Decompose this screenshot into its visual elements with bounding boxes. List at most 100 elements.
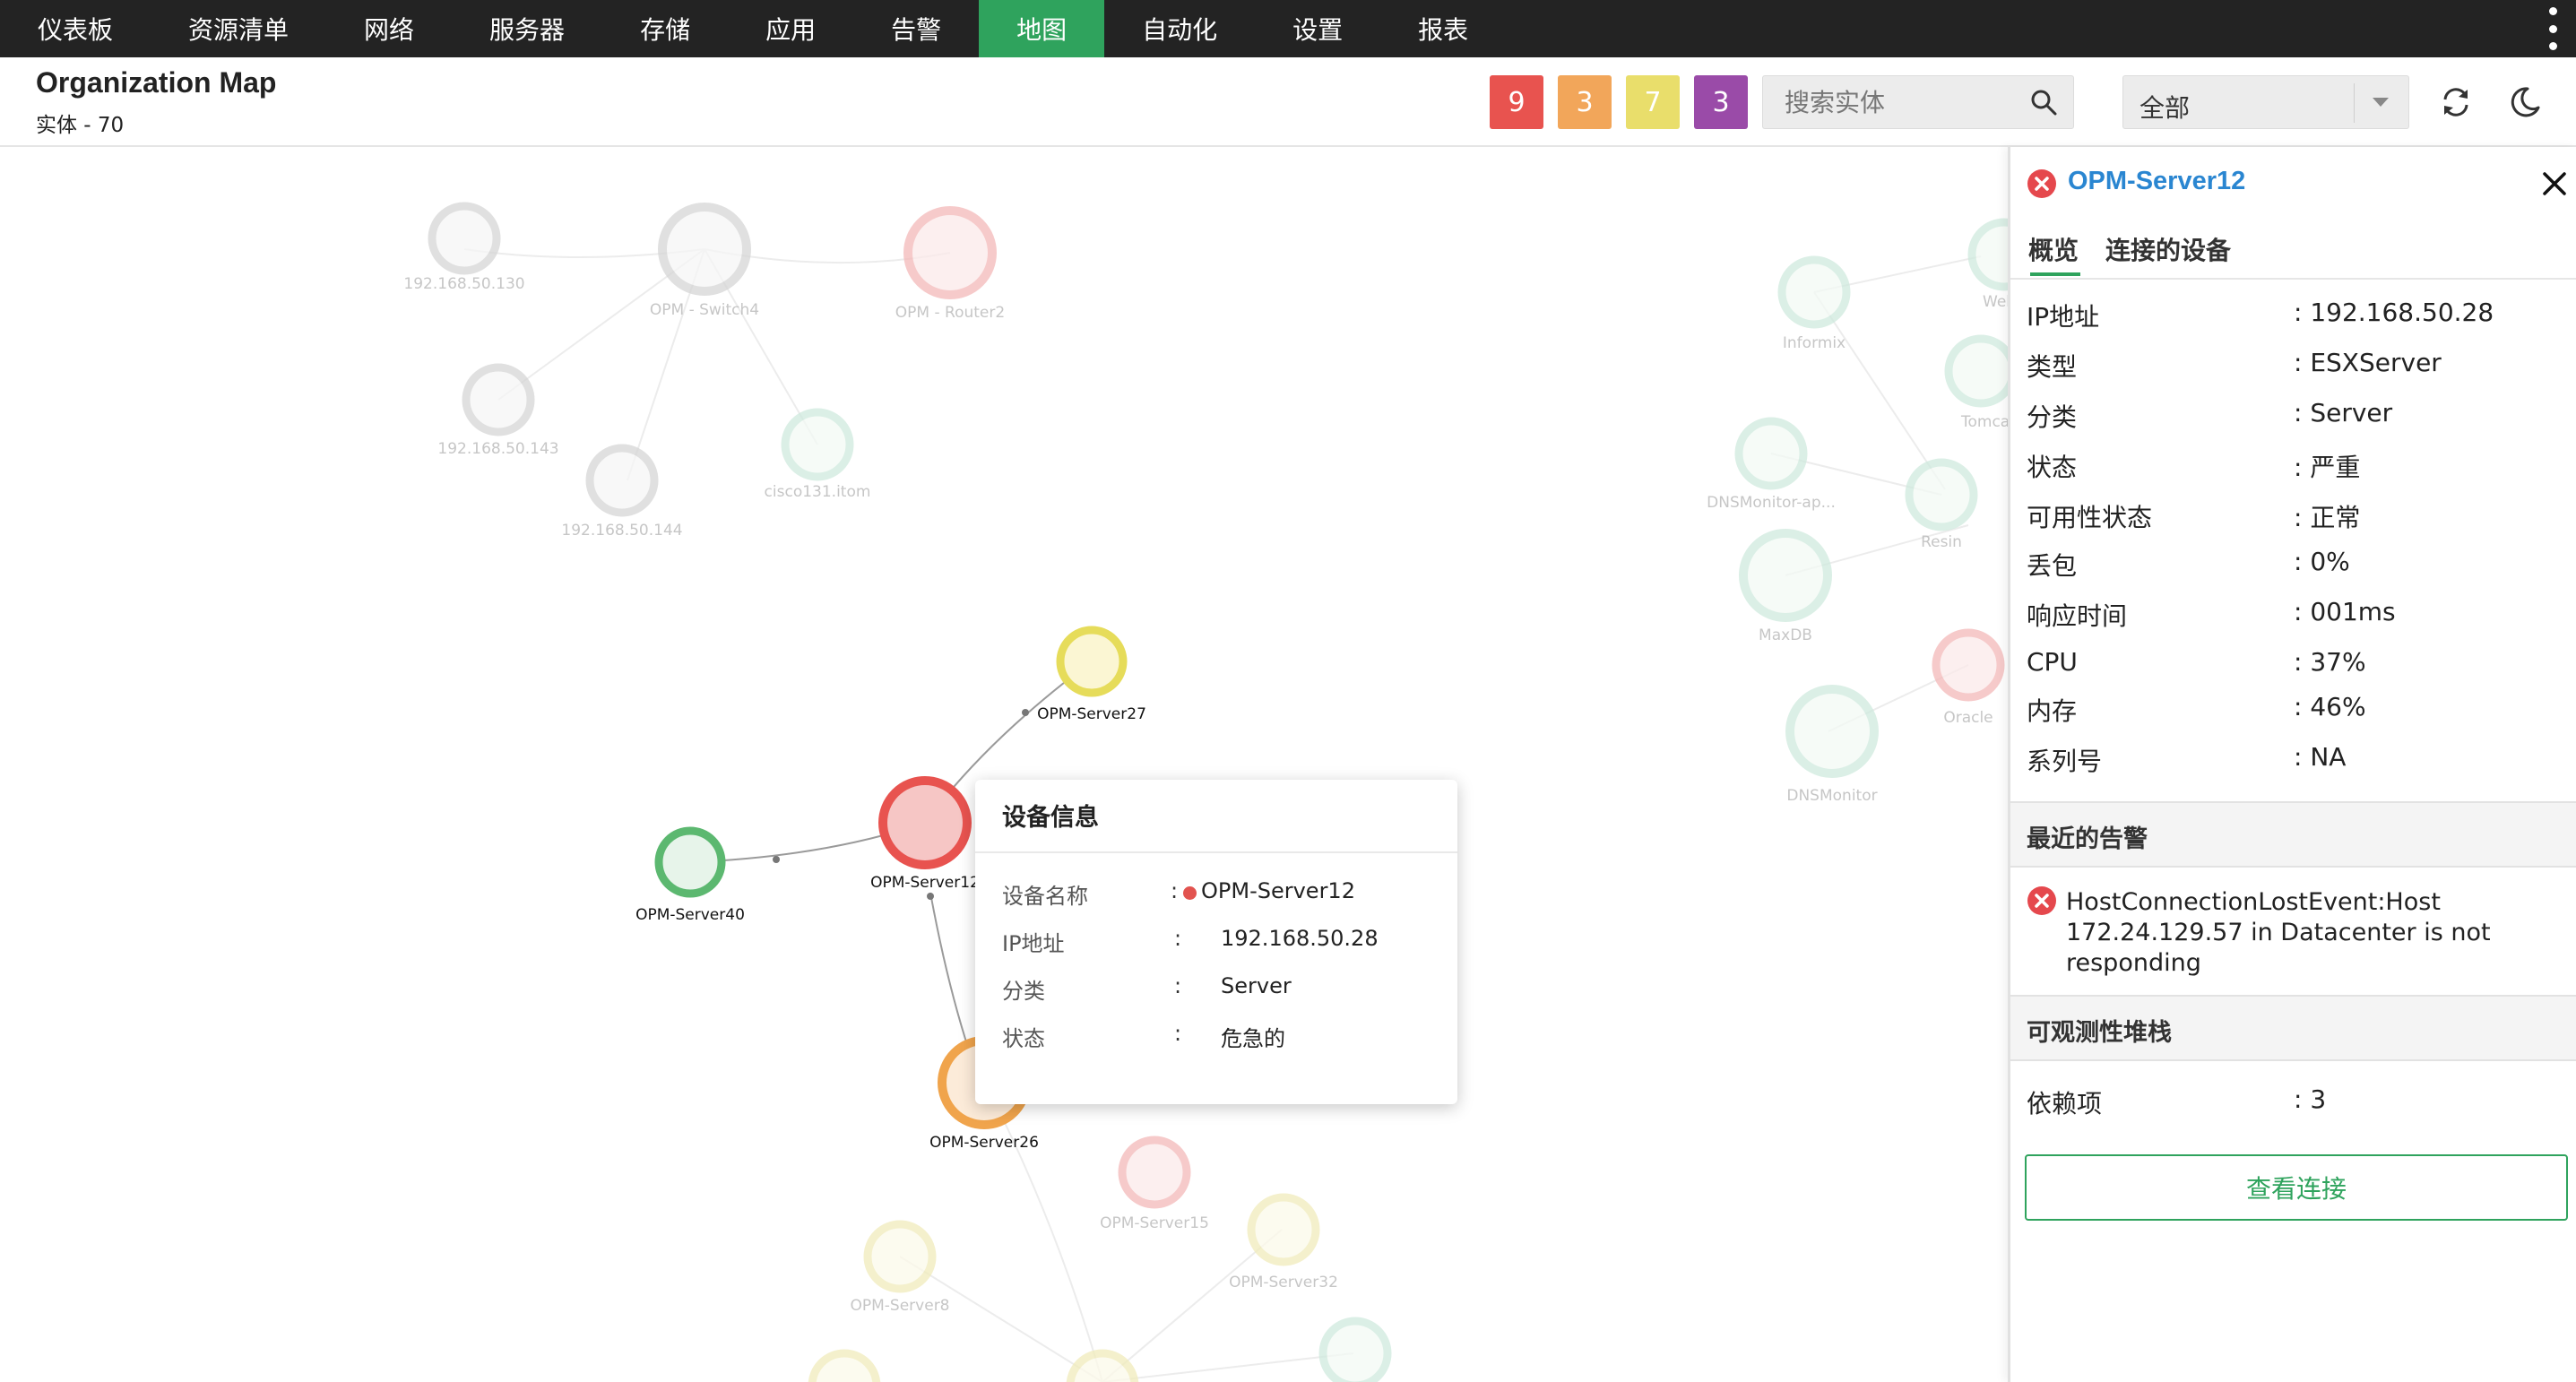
map-canvas: 192.168.50.130 OPM - Switch4 OPM - Route…	[403, 202, 2008, 1382]
tooltip-colon: :	[1174, 926, 1182, 951]
prop-key: 丢包	[2027, 551, 2078, 581]
alarm-message[interactable]: HostConnectionLostEvent:Host 172.24.129.…	[2066, 887, 2550, 979]
prop-value: : 3	[2294, 1084, 2327, 1114]
svg-text:OPM-Server15: OPM-Server15	[1100, 1214, 1209, 1232]
prop-key: CPU	[2027, 647, 2078, 677]
nav-servers[interactable]: 服务器	[452, 0, 602, 57]
tooltip-label: 状态	[1002, 1026, 1045, 1051]
prop-key: 状态	[2027, 453, 2078, 482]
device-name-link[interactable]: OPM-Server12	[2068, 167, 2245, 196]
node-opm-server8[interactable]: OPM-Server8	[851, 1220, 950, 1315]
prop-cpu: CPU: 37%	[2027, 647, 2564, 683]
recent-alarms-header: 最近的告警	[2010, 801, 2576, 868]
tooltip-row-name: 设备名称 : OPM-Server12	[1002, 878, 1432, 914]
more-vertical-icon[interactable]	[2546, 7, 2560, 50]
tooltip-row-status: 状态 : 危急的	[1002, 1021, 1432, 1057]
node-192-168-50-143[interactable]: 192.168.50.143	[437, 363, 559, 458]
node-partial-green[interactable]	[1318, 1317, 1392, 1382]
dropdown-separator	[2354, 83, 2355, 123]
major-count-badge[interactable]: 3	[1558, 75, 1612, 129]
nav-dashboard[interactable]: 仪表板	[0, 0, 151, 57]
tab-overview[interactable]: 概览	[2028, 231, 2079, 267]
node-informix[interactable]: Informix	[1777, 255, 1851, 352]
node-opm-router2[interactable]: OPM - Router2	[895, 206, 1005, 322]
critical-status-icon	[2027, 169, 2056, 198]
node-webl[interactable]: Webl	[1967, 218, 2008, 311]
node-opm-server40[interactable]: OPM-Server40	[635, 826, 745, 924]
nav-automation[interactable]: 自动化	[1104, 0, 1255, 57]
node-dnsmonitor[interactable]: DNSMonitor	[1785, 685, 1879, 805]
device-details-panel: OPM-Server12 概览 连接的设备 IP地址: 192.168.50.2…	[2008, 147, 2576, 1382]
node-192-168-50-130[interactable]: 192.168.50.130	[403, 202, 525, 293]
prop-value: : Server	[2294, 398, 2393, 428]
node-opm-server12[interactable]: OPM-Server12	[870, 776, 980, 892]
prop-type: 类型 : ESXServer	[2027, 348, 2564, 384]
node-opm-server32[interactable]: OPM-Server32	[1229, 1193, 1338, 1291]
svg-text:cisco131.itom: cisco131.itom	[765, 483, 871, 501]
prop-response-time: 响应时间: 001ms	[2027, 597, 2564, 633]
nav-reports[interactable]: 报表	[1380, 0, 1506, 57]
page-header: Organization Map 实体 - 70 9 3 7 3 全部	[0, 57, 2576, 147]
node-192-168-50-144[interactable]: 192.168.50.144	[561, 444, 683, 540]
close-icon[interactable]	[2541, 170, 2568, 197]
refresh-icon[interactable]	[2438, 84, 2474, 120]
nav-maps[interactable]: 地图	[979, 0, 1105, 57]
node-opm-switch4[interactable]: OPM - Switch4	[650, 203, 759, 319]
svg-text:DNSMonitor-ap...: DNSMonitor-ap...	[1707, 494, 1836, 512]
prop-key: 内存	[2027, 696, 2078, 726]
nav-alarms[interactable]: 告警	[853, 0, 979, 57]
tooltip-row-ip: IP地址 : 192.168.50.28	[1002, 926, 1432, 962]
prop-memory: 内存: 46%	[2027, 692, 2564, 728]
svg-text:Resin: Resin	[1921, 533, 1962, 551]
page-title: Organization Map	[36, 66, 277, 99]
node-maxdb[interactable]: MaxDB	[1739, 529, 1832, 644]
prop-value: : NA	[2294, 742, 2347, 772]
svg-text:OPM-Server40: OPM-Server40	[635, 906, 745, 924]
prop-key: 类型	[2027, 352, 2078, 382]
filter-dropdown[interactable]: 全部	[2122, 75, 2409, 129]
critical-count-badge[interactable]: 9	[1490, 75, 1543, 129]
prop-value: : ESXServer	[2294, 348, 2442, 377]
node-tomcat[interactable]: Tomca	[1944, 334, 2008, 431]
tooltip-divider	[975, 851, 1457, 853]
tooltip-value: 192.168.50.28	[1221, 926, 1379, 951]
nav-storage[interactable]: 存储	[602, 0, 728, 57]
node-partial-yellow-1[interactable]	[808, 1349, 881, 1382]
node-opm-server27[interactable]: OPM-Server27	[1037, 626, 1146, 723]
tabs-divider	[2010, 278, 2576, 280]
node-partial-yellow-2[interactable]	[1066, 1349, 1139, 1382]
node-oracle[interactable]: Oracle	[1932, 628, 2005, 727]
tooltip-colon: :	[1174, 973, 1182, 998]
unknown-count-badge[interactable]: 3	[1694, 75, 1748, 129]
dark-mode-icon[interactable]	[2506, 84, 2542, 120]
node-opm-server15[interactable]: OPM-Server15	[1100, 1136, 1209, 1232]
search-icon[interactable]	[2030, 89, 2057, 116]
prop-value: : 正常	[2294, 503, 2361, 532]
warning-count-badge[interactable]: 7	[1626, 75, 1680, 129]
tooltip-colon: :	[1174, 1021, 1182, 1046]
nav-apps[interactable]: 应用	[728, 0, 853, 57]
nav-inventory[interactable]: 资源清单	[151, 0, 326, 57]
nav-network[interactable]: 网络	[326, 0, 452, 57]
svg-text:OPM-Server32: OPM-Server32	[1229, 1274, 1338, 1291]
section-title: 可观测性堆栈	[2027, 1019, 2172, 1047]
prop-serial: 系列号: NA	[2027, 742, 2564, 778]
svg-text:OPM - Switch4: OPM - Switch4	[650, 301, 759, 319]
prop-key: 依赖项	[2027, 1089, 2103, 1119]
tooltip-label: 分类	[1002, 979, 1045, 1004]
node-dnsmonitor-ap[interactable]: DNSMonitor-ap...	[1707, 417, 1836, 512]
entity-search	[1762, 75, 2074, 129]
tooltip-value: Server	[1221, 973, 1292, 998]
alarm-critical-icon	[2027, 886, 2056, 915]
observability-header: 可观测性堆栈	[2010, 995, 2576, 1061]
view-connections-button[interactable]: 查看连接	[2025, 1154, 2568, 1221]
node-cisco131-itom[interactable]: cisco131.itom	[765, 408, 871, 501]
prop-ip: IP地址: 192.168.50.28	[2027, 298, 2564, 333]
prop-key: 分类	[2027, 402, 2078, 432]
search-input[interactable]	[1763, 76, 2023, 128]
tab-connected-devices[interactable]: 连接的设备	[2105, 231, 2231, 267]
topology-map[interactable]: 192.168.50.130 OPM - Switch4 OPM - Route…	[0, 149, 2008, 1382]
svg-text:192.168.50.143: 192.168.50.143	[437, 440, 558, 458]
active-tab-indicator	[2030, 272, 2080, 276]
nav-settings[interactable]: 设置	[1255, 0, 1380, 57]
